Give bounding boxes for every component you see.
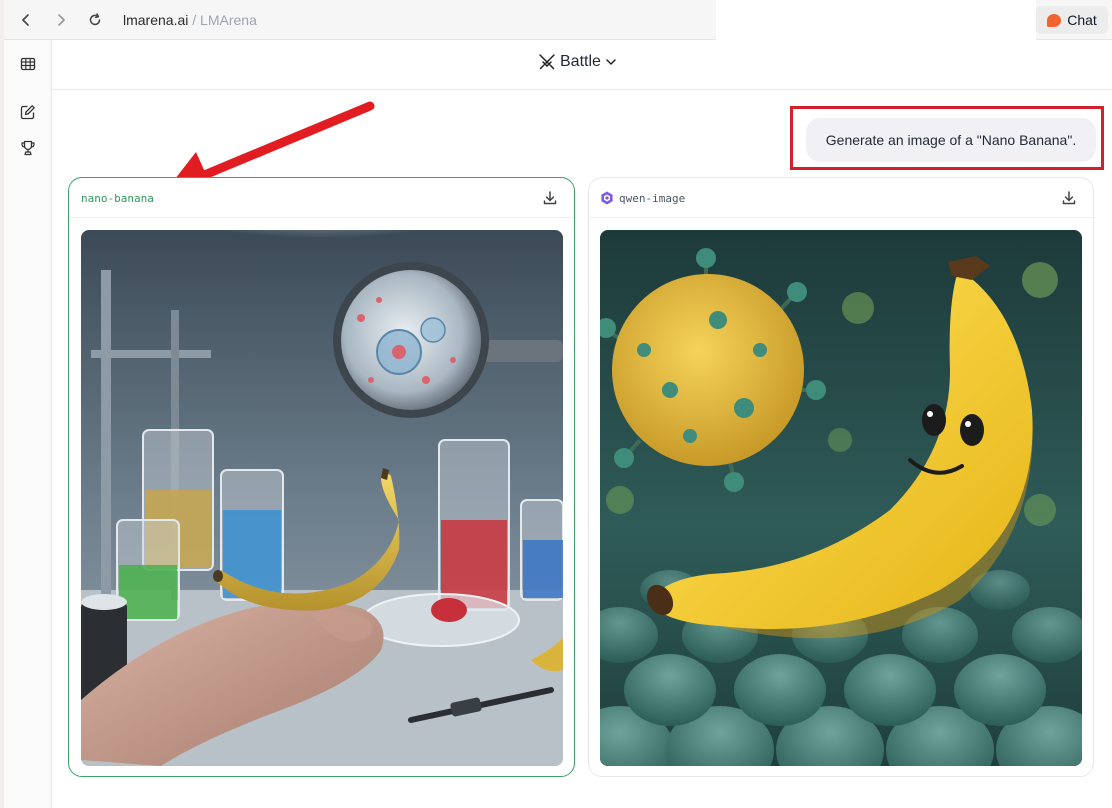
address-bar[interactable]: lmarena.ai / LMArena: [123, 12, 257, 28]
crossed-swords-icon: [539, 54, 555, 70]
response-card-header: qwen-image: [589, 178, 1093, 218]
leaderboard-table-icon: [20, 57, 36, 71]
url-separator: /: [192, 12, 197, 28]
response-card-a: nano-banana: [68, 177, 575, 777]
generated-image-b[interactable]: [600, 230, 1082, 766]
trophy-icon: [21, 140, 35, 156]
chat-button-label: Chat: [1067, 12, 1097, 28]
sidebar-item-leaderboard[interactable]: [18, 54, 38, 74]
mode-selector[interactable]: Battle: [538, 53, 617, 71]
forward-button[interactable]: [51, 10, 71, 30]
page-title: LMArena: [200, 12, 257, 28]
qwen-logo-icon: [601, 191, 613, 205]
model-name-b: qwen-image: [619, 192, 686, 205]
download-icon[interactable]: [1061, 190, 1077, 206]
download-icon[interactable]: [542, 190, 558, 206]
chevron-down-icon: [606, 59, 616, 65]
mode-label: Battle: [560, 53, 601, 70]
lab-banana-image: [81, 230, 563, 766]
chat-bubble-icon: [1047, 13, 1062, 27]
user-prompt-bubble: Generate an image of a "Nano Banana".: [806, 118, 1096, 162]
sidebar-item-new-chat[interactable]: [18, 102, 38, 122]
browser-toolbar: lmarena.ai / LMArena Chat: [4, 0, 1112, 40]
reload-button[interactable]: [85, 10, 105, 30]
sidebar-item-leaderboard-trophy[interactable]: [18, 138, 38, 158]
user-prompt-text: Generate an image of a "Nano Banana".: [825, 132, 1077, 148]
arena-header: Battle: [52, 40, 1112, 90]
chevron-right-icon: [58, 14, 65, 26]
back-button[interactable]: [16, 10, 36, 30]
response-card-b: qwen-image: [588, 177, 1094, 777]
cartoon-banana-image: [600, 230, 1082, 766]
new-chat-icon: [20, 105, 35, 120]
model-name-a: nano-banana: [81, 192, 154, 205]
app-root: lmarena.ai / LMArena Chat Battle Generat…: [0, 0, 1112, 808]
reload-icon: [89, 13, 101, 26]
chevron-left-icon: [22, 14, 29, 26]
sidebar: [4, 40, 52, 808]
toolbar-spacer: [716, 0, 1036, 40]
generated-image-a[interactable]: [81, 230, 563, 766]
url-domain: lmarena.ai: [123, 12, 189, 28]
chat-button[interactable]: Chat: [1036, 6, 1108, 34]
response-card-header: nano-banana: [69, 178, 574, 218]
